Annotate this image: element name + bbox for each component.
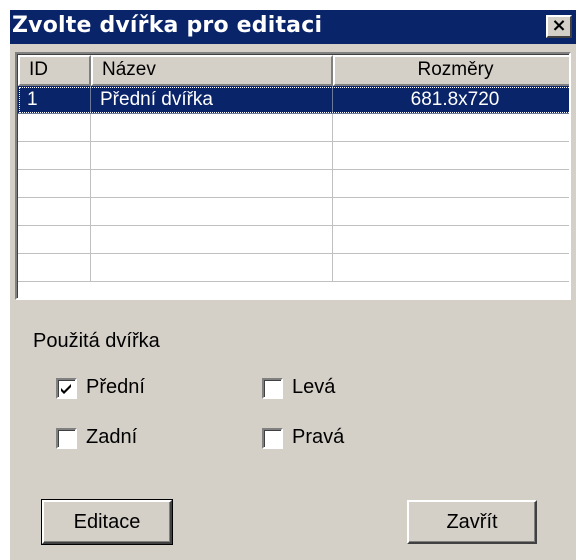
column-header-id[interactable]: ID — [18, 55, 91, 86]
right-checkbox[interactable] — [262, 428, 283, 449]
used-doors-label: Použitá dvířka — [33, 330, 160, 352]
cell-id: 1 — [18, 86, 91, 114]
list-header: ID Název Rozměry — [18, 55, 569, 86]
front-checkbox[interactable] — [56, 378, 77, 399]
column-header-dimensions[interactable]: Rozměry — [333, 55, 569, 86]
edit-button[interactable]: Editace — [41, 499, 173, 545]
front-checkbox-label[interactable]: Přední — [86, 376, 145, 399]
table-row[interactable]: 1 Přední dvířka 681.8x720 — [18, 86, 569, 114]
title-bar[interactable]: Zvolte dvířka pro editaci × — [10, 10, 576, 44]
column-header-name[interactable]: Název — [91, 55, 333, 86]
list-frame: ID Název Rozměry 1 Přední dvířka 681.8x7… — [17, 54, 569, 298]
check-mark-icon — [61, 384, 71, 394]
cell-dimensions: 681.8x720 — [333, 86, 569, 114]
cell-name: Přední dvířka — [91, 86, 333, 114]
left-checkbox-label[interactable]: Levá — [292, 376, 335, 399]
left-checkbox[interactable] — [262, 378, 283, 399]
back-checkbox[interactable] — [56, 428, 77, 449]
empty-row — [18, 254, 569, 282]
empty-row — [18, 170, 569, 198]
list-rows: 1 Přední dvířka 681.8x720 — [18, 86, 569, 282]
close-icon[interactable]: × — [546, 15, 572, 38]
window-title: Zvolte dvířka pro editaci — [12, 13, 323, 38]
doors-list[interactable]: ID Název Rozměry 1 Přední dvířka 681.8x7… — [15, 52, 571, 300]
close-button[interactable]: Zavřít — [407, 500, 537, 544]
empty-row — [18, 226, 569, 254]
right-checkbox-label[interactable]: Pravá — [292, 426, 344, 449]
back-checkbox-label[interactable]: Zadní — [86, 426, 137, 449]
empty-row — [18, 142, 569, 170]
empty-row — [18, 114, 569, 142]
dialog-window: Zvolte dvířka pro editaci × ID Název Roz… — [8, 8, 576, 560]
empty-row — [18, 198, 569, 226]
